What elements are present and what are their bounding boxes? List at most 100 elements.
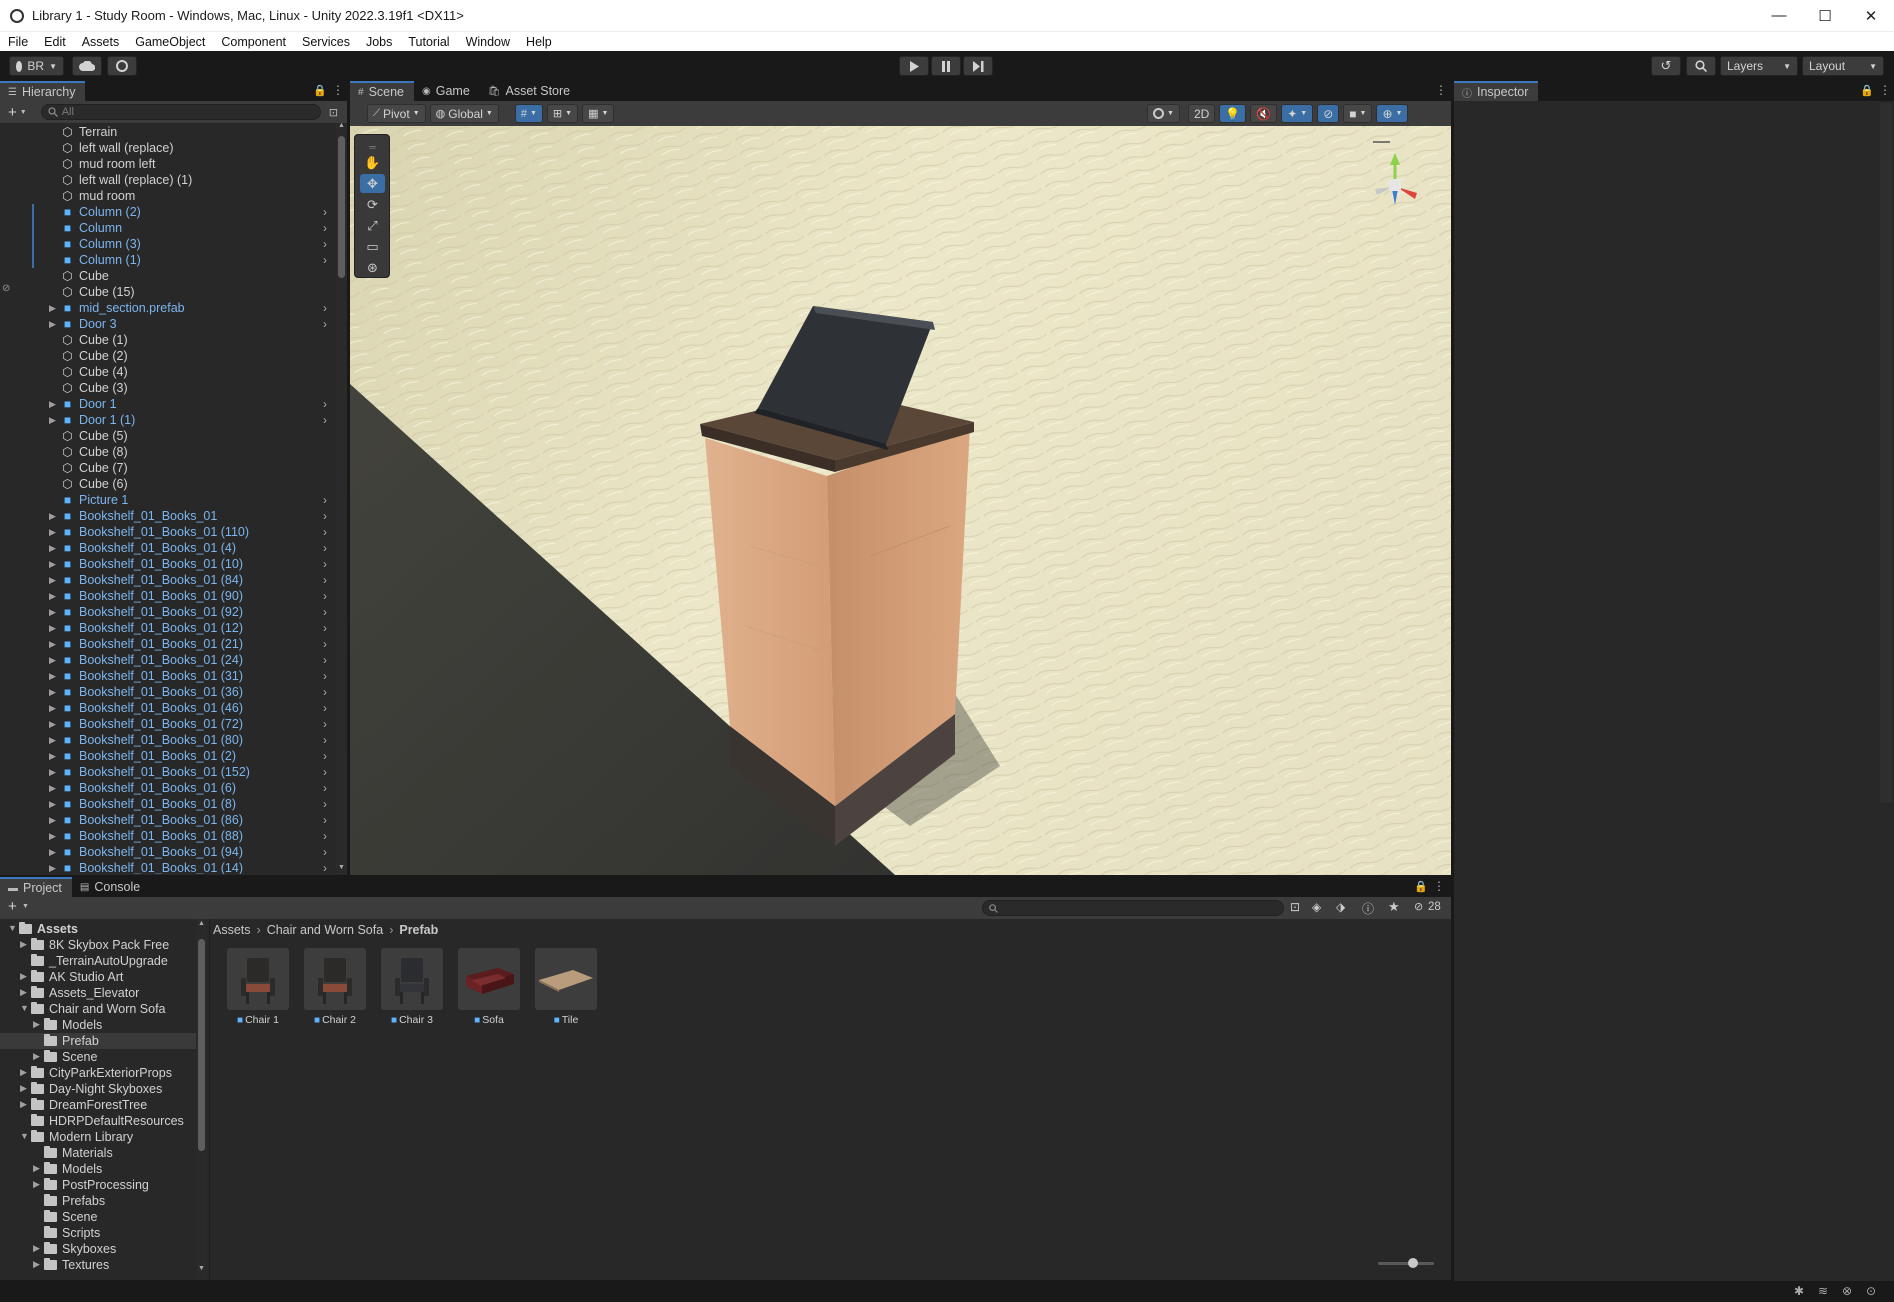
search-button[interactable] [1686,56,1716,76]
tab-asset-store[interactable]: 🛍 Asset Store [480,81,580,101]
layers-dropdown[interactable]: Layers ▼ [1720,56,1798,76]
hierarchy-item[interactable]: ▶ ■ Bookshelf_01_Books_01 (46) › [0,700,335,716]
folder-tree-item[interactable]: ▶ Scene [0,1049,196,1065]
hierarchy-item[interactable]: ⬡ mud room [0,188,335,204]
hierarchy-item[interactable]: ⬡ Cube (8) [0,444,335,460]
hierarchy-item[interactable]: ■ Column › [0,220,335,236]
folder-tree-item[interactable]: ▶ Models [0,1017,196,1033]
open-prefab-chevron-icon[interactable]: › [323,237,327,251]
hierarchy-item[interactable]: ⬡ Cube (6) [0,476,335,492]
expand-arrow-icon[interactable]: ▶ [49,863,59,874]
hierarchy-item[interactable]: ⬡ Terrain [0,124,335,140]
hierarchy-item[interactable]: ▶ ■ Bookshelf_01_Books_01 (88) › [0,828,335,844]
hierarchy-item[interactable]: ▶ ■ mid_section.prefab › [0,300,335,316]
transform-tool-button[interactable]: ⊛ [360,258,385,277]
scale-tool-button[interactable]: ⤢ [360,216,385,235]
history-button[interactable]: ↺ [1651,56,1681,76]
gizmos-dropdown[interactable]: ⊕ ▼ [1376,104,1409,123]
hierarchy-search-input[interactable]: All [40,104,321,120]
menu-jobs[interactable]: Jobs [358,35,400,49]
folder-tree-item[interactable]: Prefab [0,1033,196,1049]
open-prefab-chevron-icon[interactable]: › [323,781,327,795]
rotate-tool-button[interactable]: ⟳ [360,195,385,214]
hierarchy-item[interactable]: ▶ ■ Bookshelf_01_Books_01 (2) › [0,748,335,764]
expand-arrow-icon[interactable]: ▶ [49,703,59,714]
grid-visibility-button[interactable]: ▦ ▼ [582,104,615,123]
tab-game[interactable]: ◉ Game [414,81,480,101]
open-prefab-chevron-icon[interactable]: › [323,749,327,763]
open-prefab-chevron-icon[interactable]: › [323,509,327,523]
rect-tool-button[interactable]: ▭ [360,237,385,256]
project-search-input[interactable] [982,900,1284,916]
expand-arrow-icon[interactable]: ▶ [20,1067,27,1078]
expand-arrow-icon[interactable]: ▶ [49,687,59,698]
folder-tree-item[interactable]: ▶ 8K Skybox Pack Free [0,937,196,953]
expand-arrow-icon[interactable]: ▶ [33,1163,40,1174]
expand-arrow-icon[interactable]: ▶ [33,1051,40,1062]
scene-visibility-toggle[interactable]: ⊘ [1317,104,1340,123]
hierarchy-item[interactable]: ■ Column (2) › [0,204,335,220]
chevron-down-icon[interactable]: ▼ [22,903,29,910]
expand-arrow-icon[interactable]: ▶ [49,799,59,810]
open-prefab-chevron-icon[interactable]: › [323,605,327,619]
folder-tree-item[interactable]: ▶ PostProcessing [0,1177,196,1193]
cache-icon[interactable]: ⊗ [1842,1284,1852,1298]
expand-arrow-icon[interactable]: ▶ [49,767,59,778]
expand-arrow-icon[interactable]: ▶ [49,303,59,314]
hierarchy-item[interactable]: ▶ ■ Bookshelf_01_Books_01 (84) › [0,572,335,588]
camera-dropdown[interactable]: ■ ▼ [1343,104,1373,123]
audio-toggle[interactable]: 🔇 [1250,104,1278,123]
expand-arrow-icon[interactable]: ▶ [49,831,59,842]
hierarchy-item[interactable]: ▶ ■ Door 1 › [0,396,335,412]
open-prefab-chevron-icon[interactable]: › [323,541,327,555]
hierarchy-item[interactable]: ▶ ■ Door 1 (1) › [0,412,335,428]
open-prefab-chevron-icon[interactable]: › [323,589,327,603]
expand-arrow-icon[interactable]: ▶ [20,939,27,950]
expand-arrow-icon[interactable]: ▶ [33,1019,40,1030]
open-prefab-chevron-icon[interactable]: › [323,637,327,651]
hierarchy-item[interactable]: ▶ ■ Bookshelf_01_Books_01 (12) › [0,620,335,636]
more-menu-icon[interactable]: ⋮ [1879,83,1891,97]
hierarchy-item[interactable]: ■ Column (1) › [0,252,335,268]
folder-tree-item[interactable]: ▶ Day-Night Skyboxes [0,1081,196,1097]
zoom-slider[interactable] [1378,1258,1434,1268]
hierarchy-item[interactable]: ⬡ Cube (5) [0,428,335,444]
folder-tree-item[interactable]: ▼ Modern Library [0,1129,196,1145]
breadcrumb-item[interactable]: Prefab [399,923,438,937]
open-prefab-chevron-icon[interactable]: › [323,205,327,219]
scroll-up-icon[interactable]: ▲ [198,920,205,927]
hierarchy-item[interactable]: ⬡ Cube (4) [0,364,335,380]
open-prefab-chevron-icon[interactable]: › [323,653,327,667]
hierarchy-item[interactable]: ■ Picture 1 › [0,492,335,508]
hierarchy-item[interactable]: ⬡ Cube [0,268,335,284]
more-menu-icon[interactable]: ⋮ [332,83,344,97]
expand-arrow-icon[interactable]: ▶ [49,719,59,730]
collab-button[interactable] [107,56,137,76]
hierarchy-item[interactable]: ▶ ■ Door 3 › [0,316,335,332]
expand-arrow-icon[interactable]: ▶ [49,559,59,570]
tab-project[interactable]: ▬ Project [0,877,72,897]
hierarchy-item[interactable]: ⬡ mud room left [0,156,335,172]
info-icon[interactable]: ⓘ [1362,900,1374,917]
asset-item[interactable]: ■ Tile [535,948,597,1026]
hierarchy-item[interactable]: ▶ ■ Bookshelf_01_Books_01 (86) › [0,812,335,828]
open-prefab-chevron-icon[interactable]: › [323,413,327,427]
open-prefab-chevron-icon[interactable]: › [323,733,327,747]
hierarchy-item[interactable]: ⬡ Cube (1) [0,332,335,348]
expand-arrow-icon[interactable]: ▶ [49,527,59,538]
open-prefab-chevron-icon[interactable]: › [323,525,327,539]
folder-tree-item[interactable]: ▶ AK Studio Art [0,969,196,985]
expand-arrow-icon[interactable]: ▶ [20,971,27,982]
draw-mode-dropdown[interactable]: ▼ [1147,104,1180,123]
hierarchy-item[interactable]: ▶ ■ Bookshelf_01_Books_01 (10) › [0,556,335,572]
open-prefab-chevron-icon[interactable]: › [323,317,327,331]
menu-file[interactable]: File [0,35,36,49]
expand-arrow-icon[interactable]: ▶ [20,1083,27,1094]
folder-tree-item[interactable]: ▼ Chair and Worn Sofa [0,1001,196,1017]
hierarchy-item[interactable]: ⬡ Cube (3) [0,380,335,396]
menu-help[interactable]: Help [518,35,560,49]
hand-tool-button[interactable]: ✋ [360,153,385,172]
filter-by-type-icon[interactable]: ⊡ [1290,900,1300,914]
hierarchy-item[interactable]: ▶ ■ Bookshelf_01_Books_01 (6) › [0,780,335,796]
label-tag-icon[interactable]: ⬗ [1336,900,1345,914]
